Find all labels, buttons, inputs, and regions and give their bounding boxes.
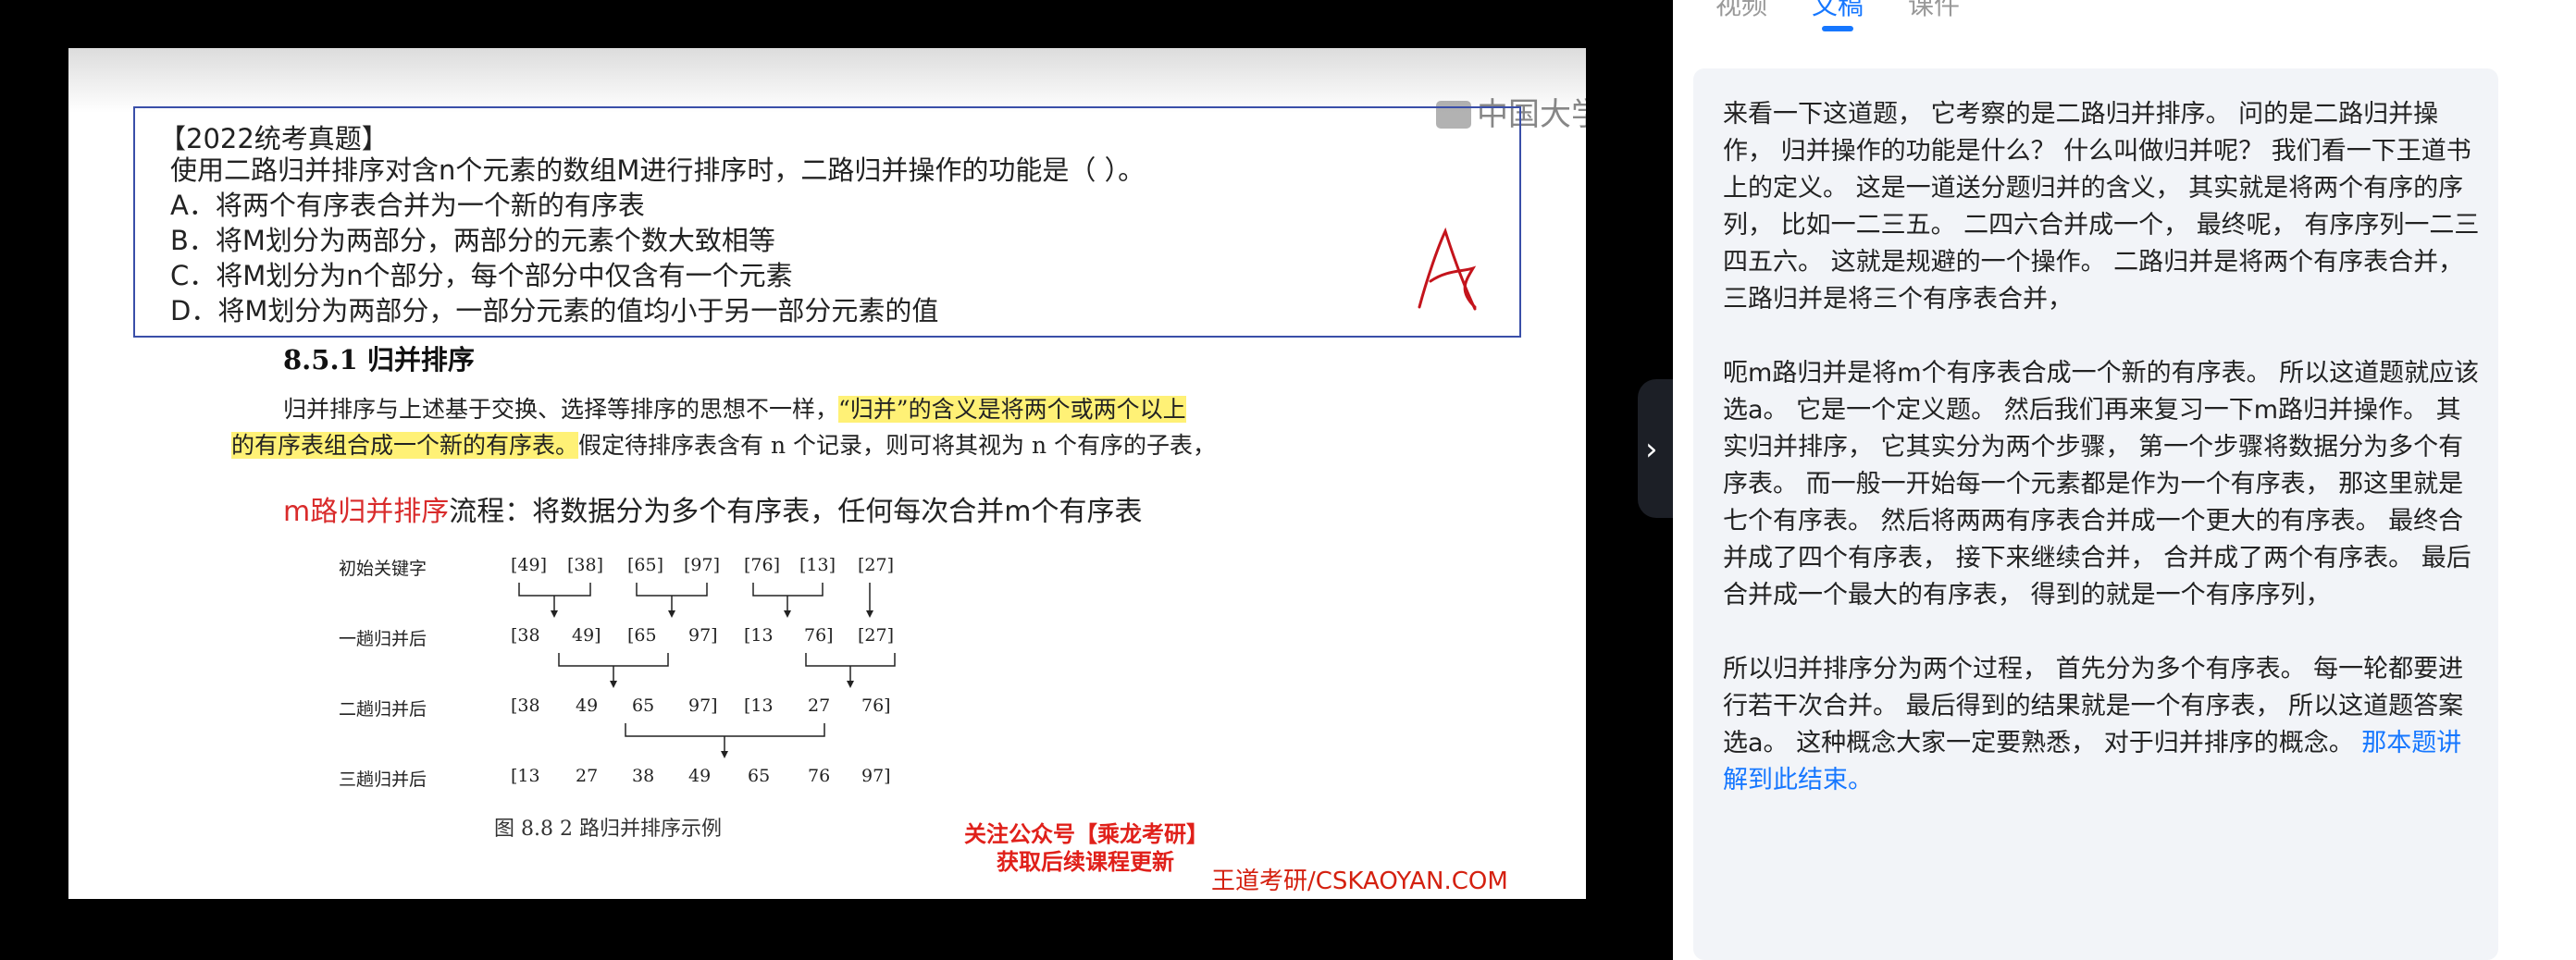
side-panel: 视频 文稿 课件 来看一下这道题， 它考察的是二路归并排序。 问的是二路归并操作… — [1673, 0, 2576, 960]
video-player[interactable]: 中国大学MOOC 【2022统考真题】 使用二路归并排序对含n个元素的数组M进行… — [0, 0, 1675, 960]
tab-transcript[interactable]: 文稿 — [1812, 0, 1864, 22]
brand-label: 王道考研/CSKAOYAN.COM — [1211, 868, 1508, 895]
transcript-card: 来看一下这道题， 它考察的是二路归并排序。 问的是二路归并操作， 归并操作的功能… — [1693, 68, 2498, 960]
active-tab-indicator — [1822, 26, 1853, 31]
transcript-paragraph: 来看一下这道题， 它考察的是二路归并排序。 问的是二路归并操作， 归并操作的功能… — [1723, 100, 2480, 314]
figure-caption: 图 8.8 2 路归并排序示例 — [494, 818, 722, 841]
lecture-slide: 中国大学MOOC 【2022统考真题】 使用二路归并排序对含n个元素的数组M进行… — [68, 48, 1586, 899]
transcript-text: 来看一下这道题， 它考察的是二路归并排序。 问的是二路归并操作， 归并操作的功能… — [1723, 96, 2482, 836]
tab-video[interactable]: 视频 — [1715, 0, 1767, 22]
promo-line-2: 获取后续课程更新 — [997, 849, 1174, 875]
chevron-right-icon: › — [1645, 431, 1658, 468]
panel-tabs: 视频 文稿 课件 — [1673, 0, 2576, 37]
collapse-panel-button[interactable]: › — [1638, 379, 1675, 518]
merge-connectors — [518, 583, 896, 758]
tab-courseware[interactable]: 课件 — [1908, 0, 1960, 22]
transcript-paragraph: 呃m路归并是将m个有序表合成一个新的有序表。 所以这道题就应该选a。 它是一个定… — [1723, 359, 2480, 609]
transcript-paragraph: 所以归并排序分为两个过程， 首先分为多个有序表。 每一轮都要进行若干次合并。 最… — [1723, 655, 2464, 794]
